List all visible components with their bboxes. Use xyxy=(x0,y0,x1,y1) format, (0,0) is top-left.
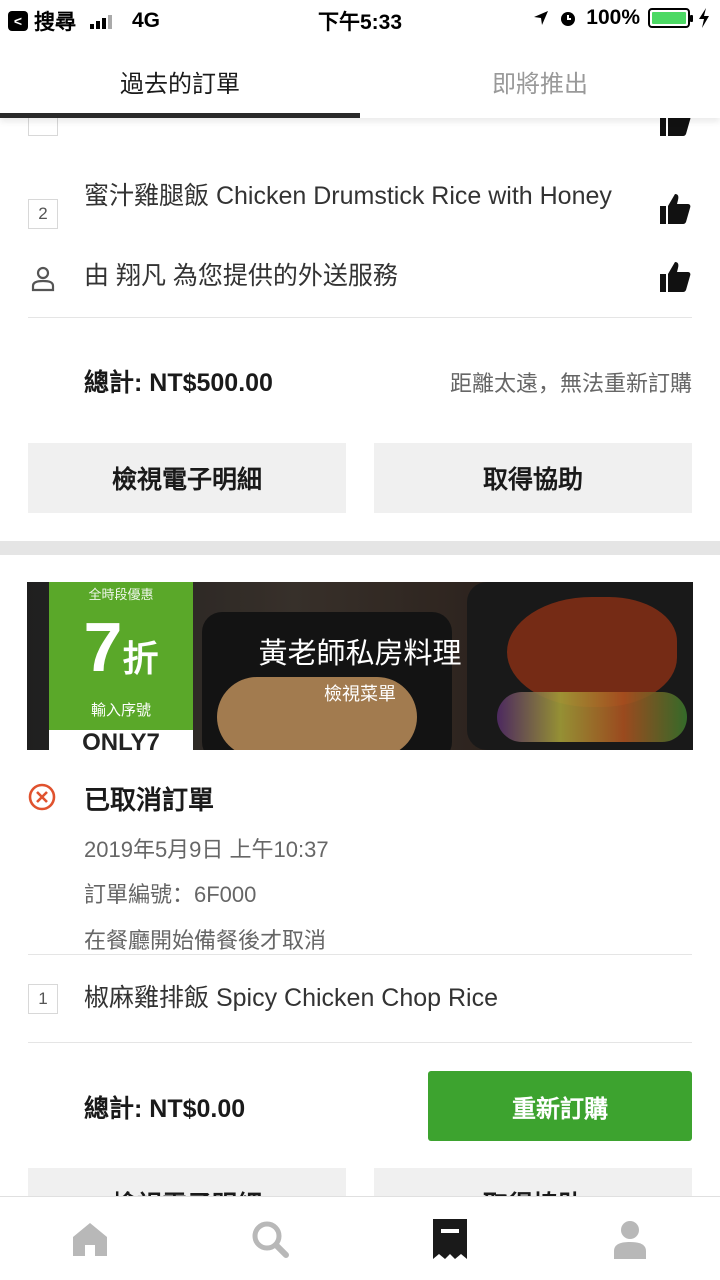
list-item: 1 椒麻雞排飯 Spicy Chicken Chop Rice xyxy=(28,984,692,1018)
list-item xyxy=(28,118,692,136)
courier-row: 由 翔凡 為您提供的外送服務 xyxy=(28,258,692,298)
order-total: 總計: NT$500.00 xyxy=(84,369,273,397)
promo-top-text: 全時段優惠 xyxy=(88,587,154,602)
get-help-button[interactable]: 取得協助 xyxy=(374,443,692,513)
tab-upcoming[interactable]: 即將推出 xyxy=(360,36,720,118)
nav-search[interactable] xyxy=(180,1197,360,1280)
divider xyxy=(28,1042,692,1043)
list-item: 2 蜜汁雞腿飯 Chicken Drumstick Rice with Hone… xyxy=(28,182,692,256)
view-menu-link[interactable]: 檢視菜單 xyxy=(27,680,693,706)
tab-past-orders[interactable]: 過去的訂單 xyxy=(0,36,360,118)
thumbs-up-icon[interactable] xyxy=(658,192,692,226)
charging-icon xyxy=(699,8,709,28)
view-receipt-button[interactable]: 檢視電子明細 xyxy=(28,1168,346,1196)
courier-text: 由 翔凡 為您提供的外送服務 xyxy=(84,262,398,290)
orders-icon xyxy=(433,1219,467,1259)
thumbs-up-icon[interactable] xyxy=(658,118,692,138)
bottom-nav xyxy=(0,1196,720,1280)
reorder-button[interactable]: 重新訂購 xyxy=(428,1071,692,1141)
order-date: 2019年5月9日 上午10:37 xyxy=(84,837,329,862)
view-receipt-button[interactable]: 檢視電子明細 xyxy=(28,443,346,513)
nav-home[interactable] xyxy=(0,1197,180,1280)
item-name: 蜜汁雞腿飯 Chicken Drumstick Rice with Honey xyxy=(84,182,612,210)
item-qty: 1 xyxy=(28,984,58,1014)
order-total: 總計: NT$0.00 xyxy=(84,1095,246,1123)
order-tabs: 過去的訂單 即將推出 xyxy=(0,36,720,118)
cancel-reason: 在餐廳開始備餐後才取消 xyxy=(84,928,327,953)
get-help-button[interactable]: 取得協助 xyxy=(374,1168,692,1196)
section-separator xyxy=(0,541,720,555)
location-icon xyxy=(534,11,549,25)
person-icon xyxy=(31,266,55,292)
item-qty-box xyxy=(28,118,58,136)
account-icon xyxy=(614,1221,646,1259)
divider xyxy=(28,317,692,318)
home-icon xyxy=(73,1223,107,1256)
item-name: 椒麻雞排飯 Spicy Chicken Chop Rice xyxy=(84,984,499,1012)
item-qty: 2 xyxy=(28,199,58,229)
status-right: 100% xyxy=(532,6,710,30)
reorder-unavailable-note: 距離太遠，無法重新訂購 xyxy=(449,371,692,396)
status-bar: < 搜尋 4G 下午5:33 100% xyxy=(0,0,720,36)
alarm-icon xyxy=(561,12,576,26)
promo-code: ONLY7 xyxy=(49,730,193,750)
orders-list[interactable]: 2 蜜汁雞腿飯 Chicken Drumstick Rice with Hone… xyxy=(0,118,720,1196)
restaurant-banner[interactable]: 全時段優惠 7折 輸入序號 ONLY7 黃老師私房料理 檢視菜單 xyxy=(27,582,693,750)
order-status: 已取消訂單 xyxy=(84,785,215,815)
cancel-icon xyxy=(28,783,56,811)
order-number: 訂單編號：6F000 xyxy=(84,882,257,907)
divider xyxy=(28,954,692,955)
battery-percent: 100% xyxy=(586,6,640,29)
nav-orders[interactable] xyxy=(360,1197,540,1280)
thumbs-up-icon[interactable] xyxy=(658,260,692,294)
nav-account[interactable] xyxy=(540,1197,720,1280)
restaurant-name[interactable]: 黃老師私房料理 xyxy=(27,630,693,672)
search-icon xyxy=(252,1221,289,1258)
battery-icon xyxy=(648,8,693,28)
